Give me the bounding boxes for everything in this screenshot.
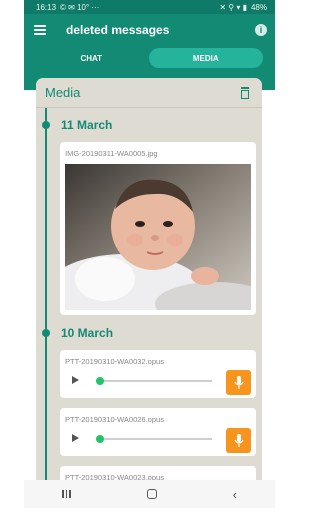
status-left-icons: © ✉ 10° ··· <box>60 2 100 12</box>
info-icon[interactable]: i <box>255 24 267 36</box>
media-card: Media 11 March IMG-20190311-WA0005.jpg 1… <box>36 78 262 488</box>
back-icon[interactable]: ‹ <box>233 487 237 502</box>
tab-media[interactable]: MEDIA <box>148 48 263 68</box>
tab-bar: CHAT MEDIA <box>24 46 275 70</box>
date-header: 11 March <box>61 118 113 132</box>
status-bar: 16:13 © ✉ 10° ··· ✕ ⚲ ▾ ▮ 48% <box>24 0 275 14</box>
seek-bar[interactable] <box>96 438 212 440</box>
home-icon[interactable] <box>146 489 157 499</box>
audio-player <box>60 370 256 395</box>
status-right-icons: ✕ ⚲ ▾ ▮ <box>219 2 247 12</box>
status-time: 16:13 <box>36 2 57 12</box>
media-title: Media <box>45 85 81 100</box>
battery-level: 48% <box>250 2 267 12</box>
microphone-icon[interactable] <box>226 370 251 395</box>
menu-icon[interactable] <box>34 25 46 35</box>
file-name: PTT-20190310-WA0026.opus <box>65 415 164 424</box>
audio-item[interactable]: PTT-20190310-WA0032.opus <box>60 350 256 398</box>
file-name: PTT-20190310-WA0032.opus <box>65 357 164 366</box>
microphone-icon[interactable] <box>226 428 251 453</box>
baby-photo <box>65 164 251 310</box>
date-header: 10 March <box>61 326 114 340</box>
image-item[interactable]: IMG-20190311-WA0005.jpg <box>60 142 256 315</box>
audio-player <box>60 428 256 453</box>
file-name: IMG-20190311-WA0005.jpg <box>65 149 158 158</box>
image-thumbnail[interactable] <box>65 164 251 310</box>
recents-icon[interactable] <box>62 490 71 498</box>
timeline-dot <box>42 329 50 337</box>
audio-item[interactable]: PTT-20190310-WA0026.opus <box>60 408 256 456</box>
timeline-dot <box>42 121 50 129</box>
app-title: deleted messages <box>66 23 170 37</box>
seek-knob[interactable] <box>96 435 104 443</box>
app-bar: deleted messages i <box>24 14 275 46</box>
trash-icon[interactable] <box>240 86 250 99</box>
timeline-line <box>45 108 47 488</box>
tab-chat[interactable]: CHAT <box>34 48 149 68</box>
system-nav-bar: ‹ <box>24 480 275 508</box>
play-icon[interactable] <box>72 376 79 384</box>
seek-bar[interactable] <box>96 380 212 382</box>
play-icon[interactable] <box>72 434 79 442</box>
media-card-header: Media <box>36 78 262 108</box>
seek-knob[interactable] <box>96 377 104 385</box>
